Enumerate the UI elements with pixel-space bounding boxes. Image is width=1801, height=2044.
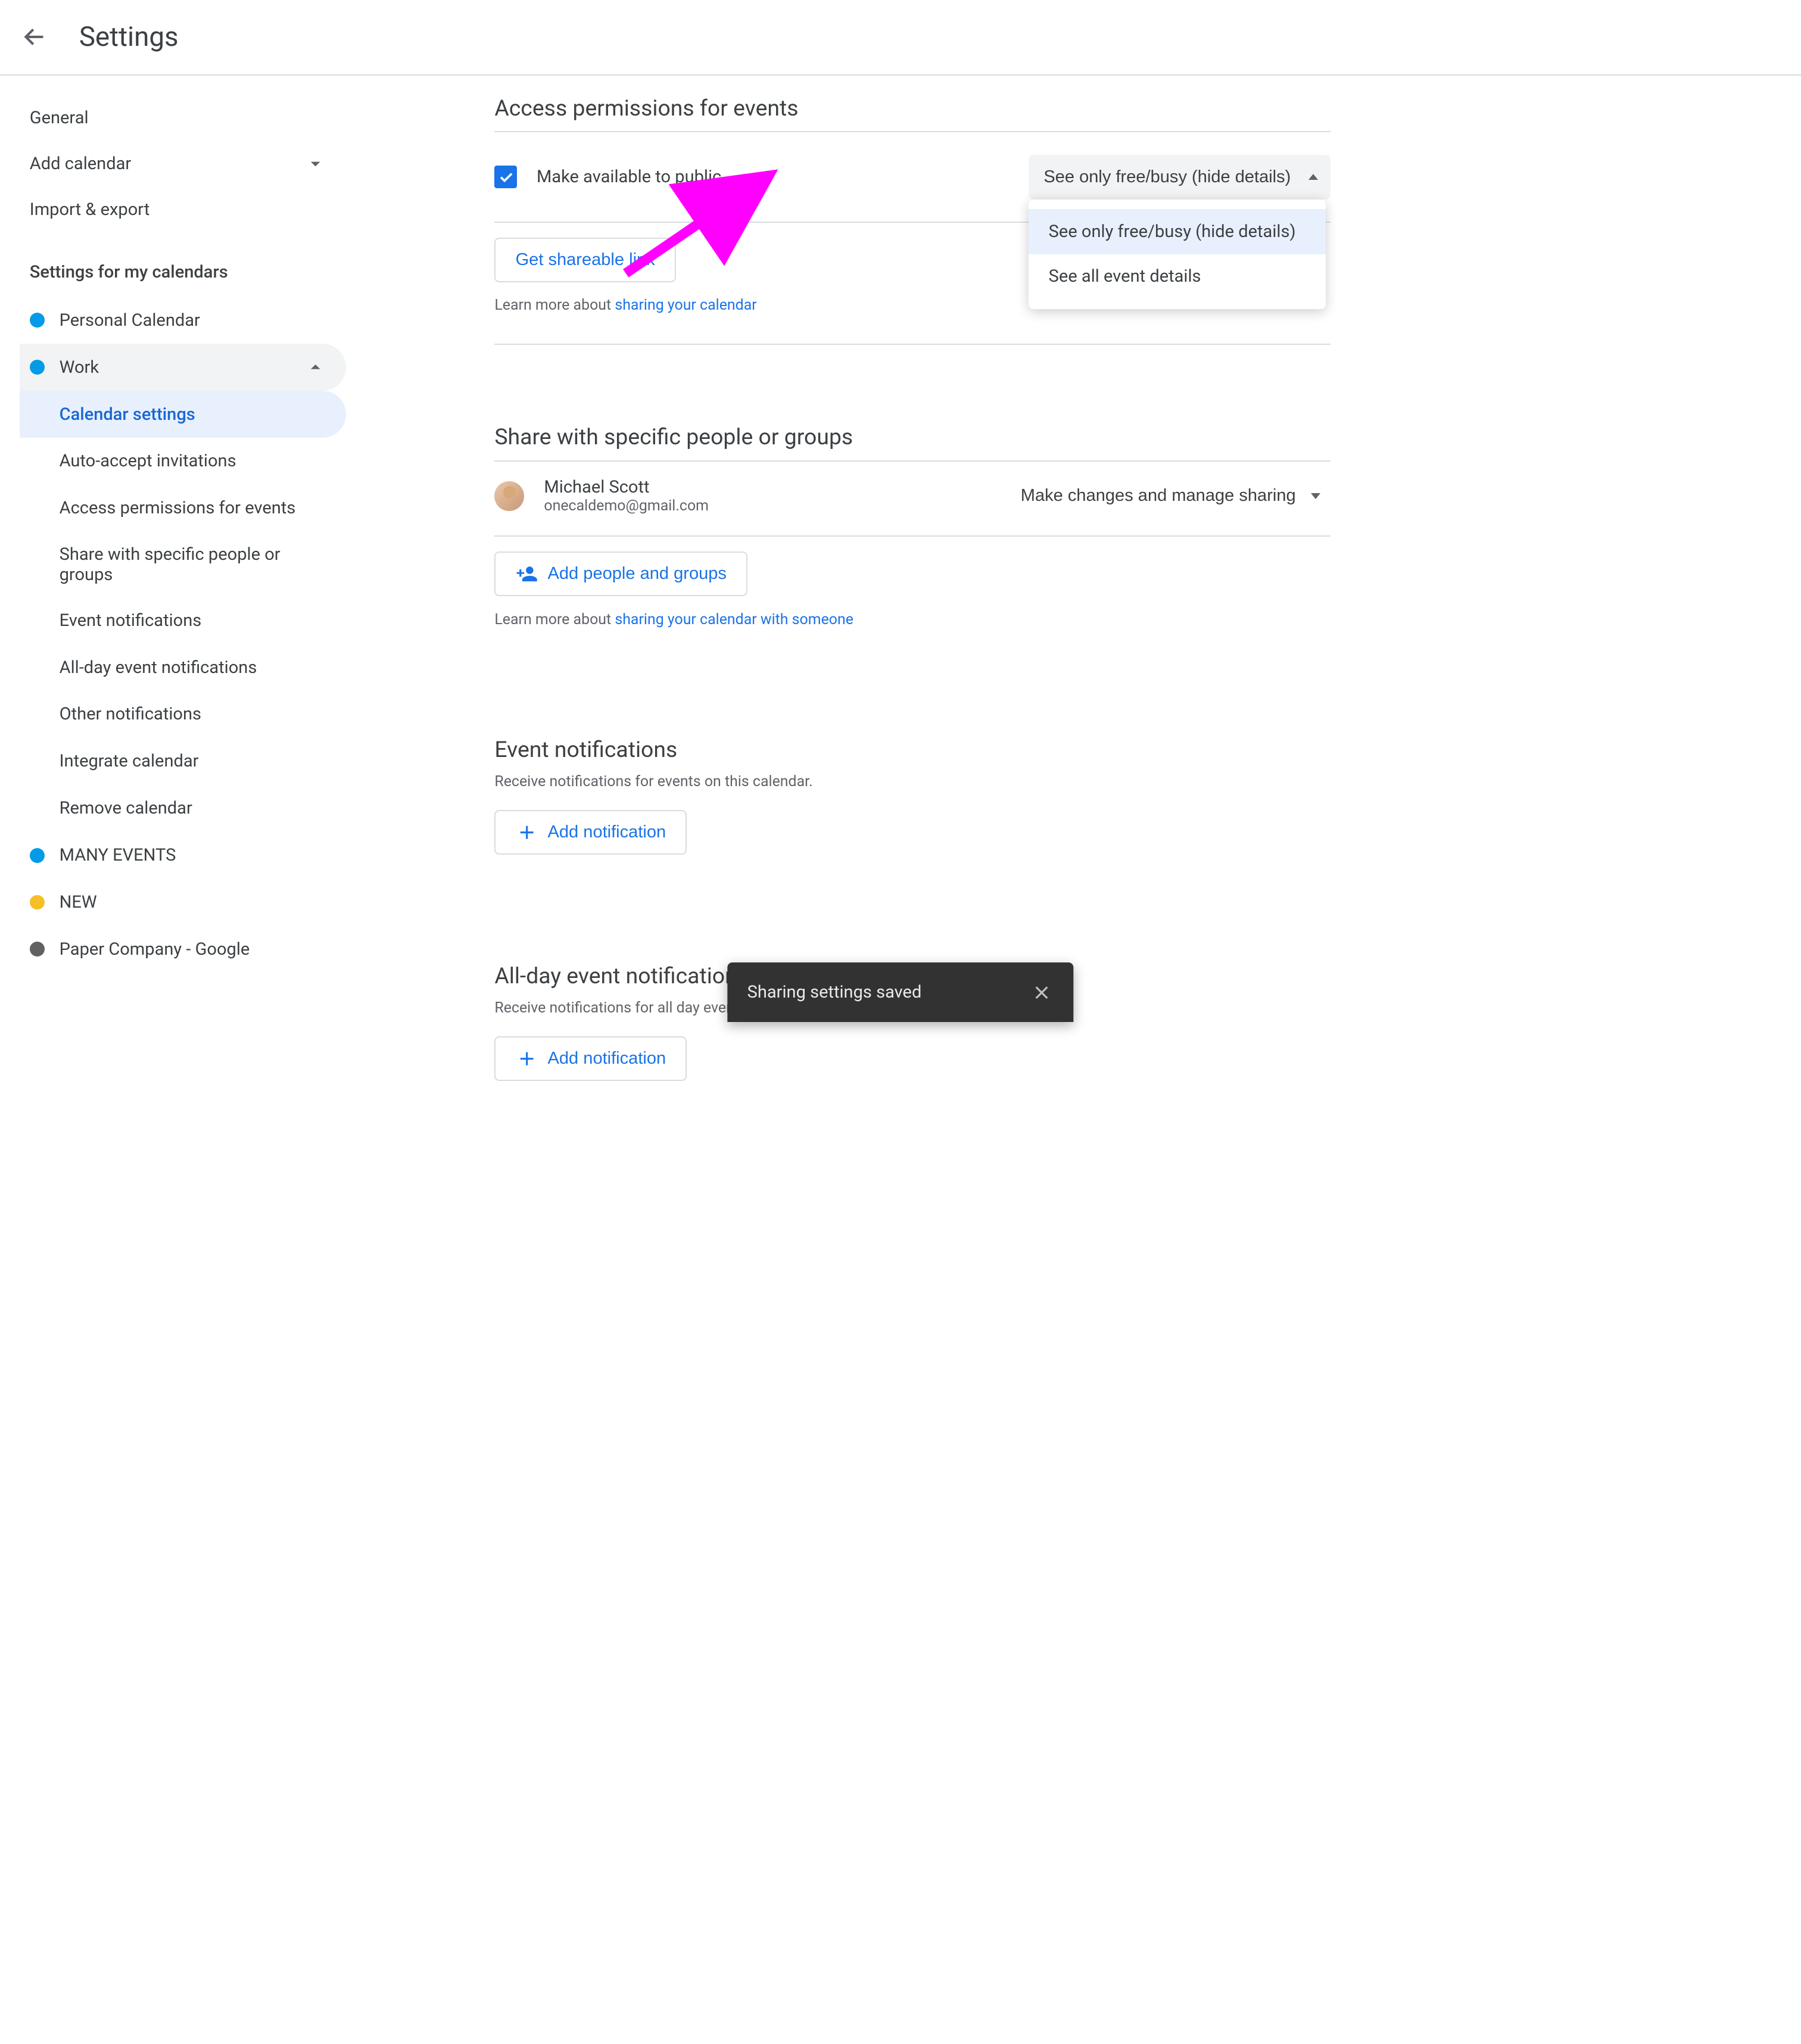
sidebar-calendar-many-events[interactable]: MANY EVENTS [20, 832, 346, 879]
visibility-dropdown[interactable]: See only free/busy (hide details) [1029, 155, 1330, 200]
sidebar-calendar-personal[interactable]: Personal Calendar [20, 297, 346, 344]
plus-icon [516, 821, 538, 843]
calendar-label: Paper Company - Google [60, 939, 250, 959]
share-user-left: Michael Scott onecaldemo@gmail.com [494, 477, 709, 515]
sub-auto-accept[interactable]: Auto-accept invitations [20, 438, 346, 485]
sub-calendar-settings[interactable]: Calendar settings [20, 391, 346, 438]
sub-label: Access permissions for events [60, 498, 296, 518]
visibility-option-all-details[interactable]: See all event details [1029, 254, 1325, 300]
calendar-color-dot [30, 848, 45, 863]
main-layout: General Add calendar Import & export Set… [0, 76, 1801, 2044]
plus-icon [516, 1048, 538, 1070]
sidebar-item-label: General [30, 108, 89, 128]
sub-other-notifications[interactable]: Other notifications [20, 691, 346, 738]
section-subtext: Receive notifications for events on this… [494, 773, 1330, 790]
section-access-permissions: Access permissions for events Make avail… [494, 95, 1330, 345]
share-user-name: Michael Scott [544, 477, 709, 497]
sidebar-item-label: Add calendar [30, 154, 131, 174]
calendar-tree: Personal Calendar Work Calendar settings… [20, 297, 346, 973]
section-share-specific: Share with specific people or groups Mic… [494, 404, 1330, 658]
sub-label: Share with specific people or groups [60, 544, 326, 585]
sidebar-item-add-calendar[interactable]: Add calendar [20, 140, 346, 187]
separator [494, 535, 1330, 537]
toast-message: Sharing settings saved [747, 982, 922, 1002]
sidebar-nav-top: General Add calendar Import & export [20, 95, 346, 232]
arrow-left-icon [20, 22, 49, 52]
calendar-label: NEW [60, 892, 97, 912]
calendar-color-dot [30, 895, 45, 910]
sidebar-calendar-paper-company[interactable]: Paper Company - Google [20, 926, 346, 973]
separator [494, 131, 1330, 132]
toast-close-button[interactable] [1029, 980, 1054, 1005]
toast-notification: Sharing settings saved [727, 962, 1073, 1022]
calendar-color-dot [30, 942, 45, 956]
chevron-up-icon [304, 356, 326, 378]
person-add-icon [516, 563, 538, 585]
make-public-label: Make available to public [537, 167, 721, 187]
sidebar-item-label: Import & export [30, 200, 150, 220]
add-allday-notification-button[interactable]: Add notification [494, 1036, 687, 1081]
chevron-down-icon [304, 152, 326, 175]
back-button[interactable] [20, 22, 49, 52]
sidebar-calendar-new[interactable]: NEW [20, 879, 346, 926]
section-heading: Access permissions for events [494, 95, 1330, 121]
section-event-notifications: Event notifications Receive notification… [494, 717, 1330, 884]
sub-allday-notifications[interactable]: All-day event notifications [20, 644, 346, 691]
get-shareable-link-button[interactable]: Get shareable link [494, 238, 676, 282]
section-heading: Share with specific people or groups [494, 424, 1330, 450]
add-event-notification-button[interactable]: Add notification [494, 810, 687, 855]
sub-label: Other notifications [60, 704, 201, 724]
sub-label: All-day event notifications [60, 658, 257, 678]
share-user-info: Michael Scott onecaldemo@gmail.com [544, 477, 709, 515]
page-title: Settings [79, 21, 179, 53]
user-avatar-icon [494, 481, 524, 511]
calendar-color-dot [30, 360, 45, 375]
button-label: Add people and groups [548, 564, 727, 584]
sub-share-specific[interactable]: Share with specific people or groups [20, 532, 346, 597]
sub-label: Auto-accept invitations [60, 451, 236, 471]
sidebar-item-general[interactable]: General [20, 95, 346, 141]
sidebar-calendar-work[interactable]: Work [20, 344, 346, 391]
calendar-label: Work [60, 357, 99, 378]
app-header: Settings [0, 0, 1801, 76]
share-user-row: Michael Scott onecaldemo@gmail.com Make … [494, 460, 1330, 531]
button-label: Add notification [548, 1049, 666, 1068]
check-left: Make available to public [494, 166, 721, 188]
checkmark-icon [497, 169, 515, 186]
share-user-email: onecaldemo@gmail.com [544, 497, 709, 515]
sub-label: Remove calendar [60, 798, 192, 818]
sidebar: General Add calendar Import & export Set… [0, 76, 346, 2044]
sidebar-item-import-export[interactable]: Import & export [20, 187, 346, 232]
helper-text: Learn more about sharing your calendar w… [494, 611, 1330, 628]
button-label: Add notification [548, 822, 666, 842]
permission-dropdown-wrap: Make changes and manage sharing [1006, 476, 1331, 516]
calendar-label: MANY EVENTS [60, 845, 176, 865]
calendar-label: Personal Calendar [60, 310, 200, 331]
section-heading: Event notifications [494, 737, 1330, 763]
sub-remove-calendar[interactable]: Remove calendar [20, 785, 346, 832]
sub-label: Event notifications [60, 610, 202, 631]
calendar-color-dot [30, 313, 45, 328]
sub-event-notifications[interactable]: Event notifications [20, 597, 346, 644]
permission-dropdown[interactable]: Make changes and manage sharing [1006, 476, 1331, 516]
helper-link[interactable]: sharing your calendar [615, 297, 756, 314]
button-label: Get shareable link [516, 250, 655, 270]
add-people-button[interactable]: Add people and groups [494, 551, 747, 596]
close-icon [1030, 982, 1052, 1004]
make-public-row: Make available to public See only free/b… [494, 138, 1330, 217]
make-public-checkbox[interactable] [494, 166, 516, 188]
helper-prefix: Learn more about [494, 297, 615, 314]
sub-label: Integrate calendar [60, 751, 199, 771]
sub-integrate-calendar[interactable]: Integrate calendar [20, 738, 346, 785]
sub-access-permissions[interactable]: Access permissions for events [20, 485, 346, 532]
sidebar-section-title: Settings for my calendars [20, 232, 346, 297]
content-area: Access permissions for events Make avail… [346, 76, 1360, 2044]
helper-prefix: Learn more about [494, 611, 615, 628]
sub-label: Calendar settings [60, 404, 195, 425]
helper-link[interactable]: sharing your calendar with someone [615, 611, 853, 628]
visibility-option-freebusy[interactable]: See only free/busy (hide details) [1029, 209, 1325, 254]
header-left: Settings [20, 21, 178, 53]
visibility-dropdown-menu: See only free/busy (hide details) See al… [1029, 200, 1325, 309]
visibility-dropdown-wrap: See only free/busy (hide details) See on… [1029, 155, 1330, 200]
